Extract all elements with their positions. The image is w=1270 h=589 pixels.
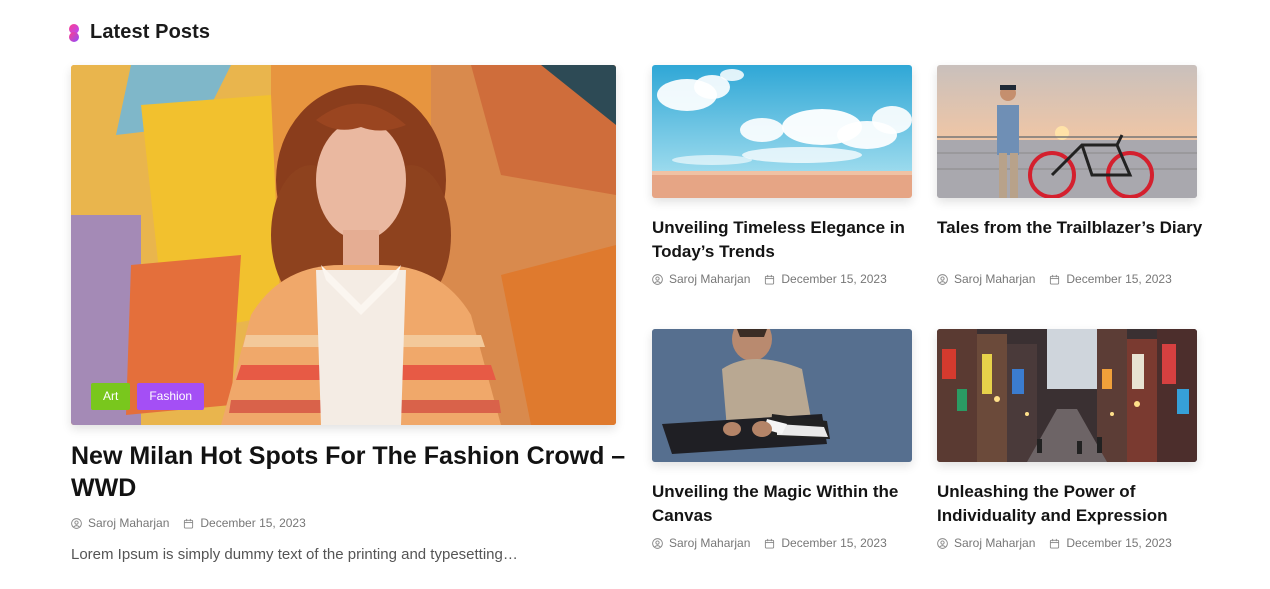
post-meta-2: Saroj Maharjan December 15, 2023: [937, 272, 1186, 286]
user-icon: [71, 517, 82, 529]
author-name[interactable]: Saroj Maharjan: [954, 536, 1035, 550]
user-icon: [937, 537, 948, 549]
author-name[interactable]: Saroj Maharjan: [669, 536, 750, 550]
post-meta-1: Saroj Maharjan December 15, 2023: [652, 272, 901, 286]
post-title-4[interactable]: Unleashing the Power of Individuality an…: [937, 480, 1207, 528]
bicycle-photo: [937, 65, 1197, 198]
section-title: Latest Posts: [90, 21, 211, 43]
post-date: December 15, 2023: [200, 516, 306, 530]
city-street-photo: [937, 329, 1197, 462]
user-icon: [652, 273, 663, 285]
tag-art[interactable]: Art: [91, 383, 131, 410]
post-meta-4: Saroj Maharjan December 15, 2023: [937, 536, 1186, 550]
post-date: December 15, 2023: [1066, 536, 1172, 550]
featured-photo: [71, 65, 616, 425]
post-title-1[interactable]: Unveiling Timeless Elegance in Today’s T…: [652, 216, 922, 264]
featured-post-image[interactable]: Art Fashion: [71, 65, 616, 425]
featured-tags: Art Fashion: [91, 383, 205, 410]
post-image-2[interactable]: [937, 65, 1197, 198]
author-name[interactable]: Saroj Maharjan: [669, 272, 750, 286]
calendar-icon: [1050, 538, 1060, 549]
post-image-3[interactable]: [652, 329, 912, 462]
sky-photo: [652, 65, 912, 198]
post-meta-3: Saroj Maharjan December 15, 2023: [652, 536, 901, 550]
featured-post-title[interactable]: New Milan Hot Spots For The Fashion Crow…: [71, 440, 631, 504]
post-date: December 15, 2023: [781, 536, 887, 550]
featured-post-excerpt: Lorem Ipsum is simply dummy text of the …: [71, 546, 518, 563]
brand-dots-icon: [68, 23, 80, 43]
section-header: Latest Posts: [68, 21, 210, 44]
post-date: December 15, 2023: [1066, 272, 1172, 286]
calendar-icon: [184, 518, 194, 529]
portrait-photo: [652, 329, 912, 462]
calendar-icon: [765, 538, 775, 549]
calendar-icon: [1050, 274, 1060, 285]
post-image-4[interactable]: [937, 329, 1197, 462]
featured-post-meta: Saroj Maharjan December 15, 2023: [71, 516, 320, 530]
post-date: December 15, 2023: [781, 272, 887, 286]
post-image-1[interactable]: [652, 65, 912, 198]
user-icon: [652, 537, 663, 549]
post-title-3[interactable]: Unveiling the Magic Within the Canvas: [652, 480, 922, 528]
user-icon: [937, 273, 948, 285]
tag-fashion[interactable]: Fashion: [137, 383, 205, 410]
author-name[interactable]: Saroj Maharjan: [954, 272, 1035, 286]
post-title-2[interactable]: Tales from the Trailblazer’s Diary: [937, 216, 1207, 240]
author-name[interactable]: Saroj Maharjan: [88, 516, 169, 530]
calendar-icon: [765, 274, 775, 285]
